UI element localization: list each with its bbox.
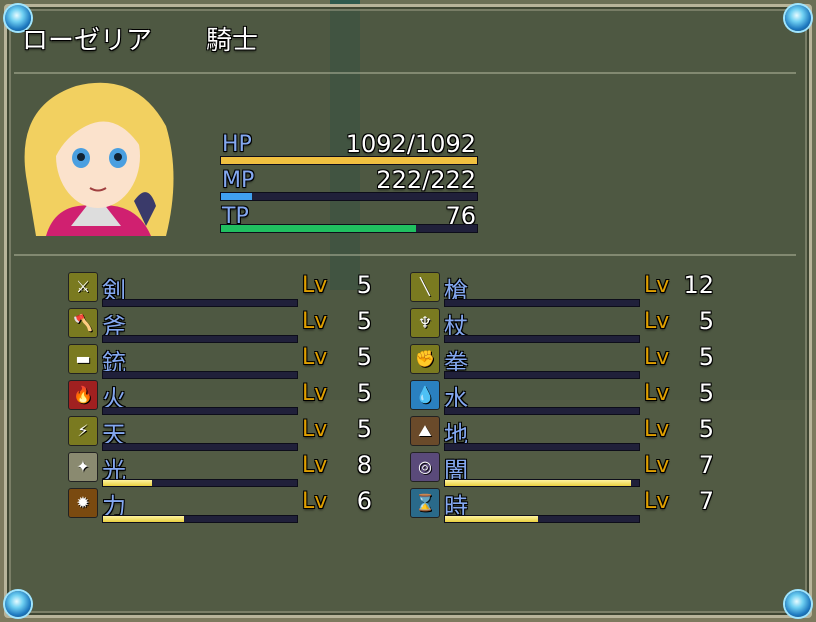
- corner-gem-icon: [785, 591, 811, 617]
- fire-icon: 🔥: [68, 380, 98, 410]
- skill-exp-gauge: [444, 479, 640, 487]
- level-value: 5: [356, 271, 372, 299]
- level-label: Lv: [644, 417, 670, 442]
- level-value: 5: [698, 415, 714, 443]
- skill-exp-gauge: [102, 299, 298, 307]
- skill-exp-gauge: [102, 515, 298, 523]
- actor-name: ローゼリア: [22, 26, 153, 56]
- hp-label: HP: [222, 132, 252, 157]
- corner-gem-icon: [785, 5, 811, 31]
- sword-icon: ⚔: [68, 272, 98, 302]
- level-value: 5: [698, 307, 714, 335]
- level-label: Lv: [644, 453, 670, 478]
- skill-exp-gauge: [102, 407, 298, 415]
- skill-exp-gauge-fill: [445, 516, 539, 522]
- hp-gauge: [220, 156, 478, 165]
- actor-class: 騎士: [206, 26, 259, 56]
- hp-value: 1092/1092: [345, 130, 476, 158]
- level-label: Lv: [302, 309, 328, 334]
- level-label: Lv: [644, 489, 670, 514]
- mp-gauge: [220, 192, 478, 201]
- level-label: Lv: [644, 273, 670, 298]
- level-label: Lv: [302, 345, 328, 370]
- darkness-icon: ◎: [410, 452, 440, 482]
- level-value: 5: [356, 343, 372, 371]
- skill-exp-gauge: [444, 371, 640, 379]
- lightning-icon: ⚡: [68, 416, 98, 446]
- skill-exp-gauge: [102, 443, 298, 451]
- mp-value: 222/222: [376, 166, 476, 194]
- level-label: Lv: [302, 381, 328, 406]
- level-value: 5: [356, 379, 372, 407]
- earth-icon: ⛰: [410, 416, 440, 446]
- skill-exp-gauge-fill: [103, 480, 152, 486]
- level-value: 12: [683, 271, 714, 299]
- skill-exp-gauge: [444, 335, 640, 343]
- skill-exp-gauge: [444, 443, 640, 451]
- staff-icon: ♆: [410, 308, 440, 338]
- level-value: 6: [356, 487, 372, 515]
- light-icon: ✦: [68, 452, 98, 482]
- level-value: 5: [356, 415, 372, 443]
- divider: [14, 254, 796, 256]
- level-label: Lv: [644, 345, 670, 370]
- skill-exp-gauge-fill: [445, 480, 632, 486]
- power-icon: ✹: [68, 488, 98, 518]
- skill-exp-gauge: [444, 407, 640, 415]
- level-label: Lv: [302, 417, 328, 442]
- level-value: 8: [356, 451, 372, 479]
- mp-gauge-fill: [221, 193, 252, 200]
- hp-gauge-fill: [221, 157, 477, 164]
- actor-portrait: [16, 66, 176, 236]
- time-icon: ⌛: [410, 488, 440, 518]
- level-value: 5: [698, 343, 714, 371]
- level-label: Lv: [302, 453, 328, 478]
- level-value: 5: [356, 307, 372, 335]
- level-label: Lv: [644, 309, 670, 334]
- corner-gem-icon: [5, 591, 31, 617]
- skill-exp-gauge-fill: [103, 516, 185, 522]
- skill-exp-gauge: [444, 299, 640, 307]
- tp-gauge-fill: [221, 225, 416, 232]
- water-icon: 💧: [410, 380, 440, 410]
- axe-icon: 🪓: [68, 308, 98, 338]
- gun-icon: ▬: [68, 344, 98, 374]
- skill-exp-gauge: [102, 335, 298, 343]
- level-value: 5: [698, 379, 714, 407]
- mp-label: MP: [222, 168, 255, 193]
- level-value: 7: [698, 487, 714, 515]
- tp-gauge: [220, 224, 478, 233]
- level-label: Lv: [302, 489, 328, 514]
- level-value: 7: [698, 451, 714, 479]
- skill-exp-gauge: [102, 371, 298, 379]
- level-label: Lv: [302, 273, 328, 298]
- skill-exp-gauge: [102, 479, 298, 487]
- spear-icon: ╲: [410, 272, 440, 302]
- level-label: Lv: [644, 381, 670, 406]
- skill-exp-gauge: [444, 515, 640, 523]
- fist-icon: ✊: [410, 344, 440, 374]
